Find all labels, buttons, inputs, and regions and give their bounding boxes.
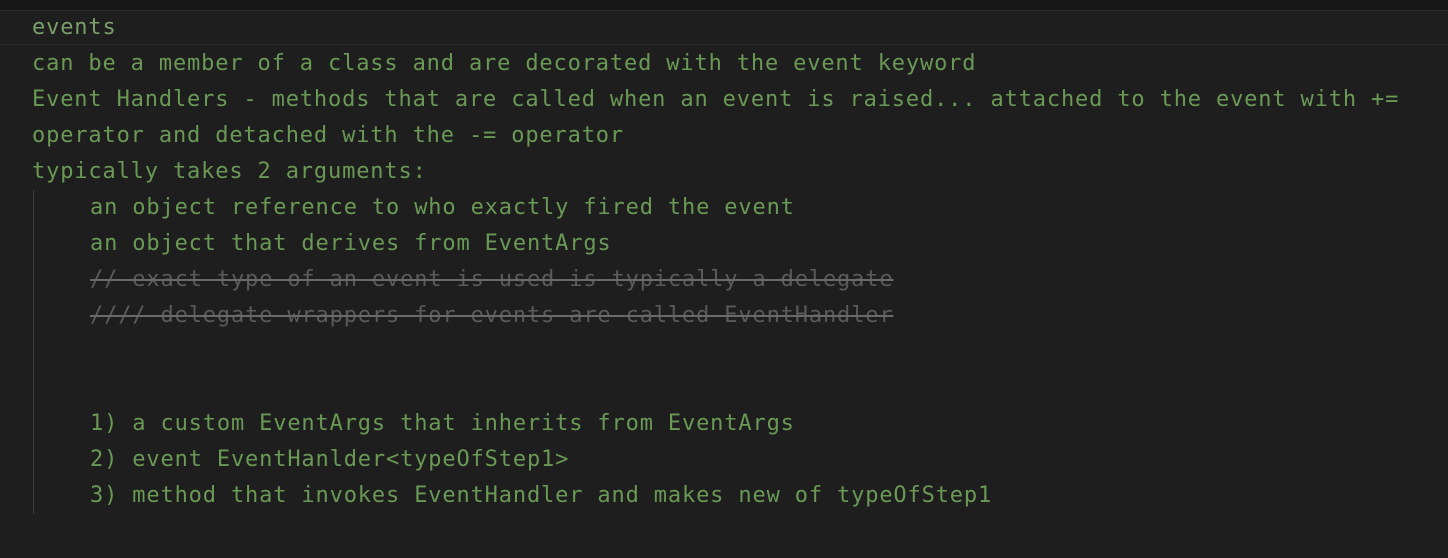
text-editor[interactable]: events can be a member of a class and ar…	[0, 10, 1448, 514]
editor-line-deprecated[interactable]: //// delegate wrappers for events are ca…	[0, 298, 1448, 334]
editor-line[interactable]: 2) event EventHanlder<typeOfStep1>	[0, 442, 1448, 478]
editor-line[interactable]: 3) method that invokes EventHandler and …	[0, 478, 1448, 514]
editor-line[interactable]: Event Handlers - methods that are called…	[0, 82, 1448, 118]
editor-line[interactable]: can be a member of a class and are decor…	[0, 46, 1448, 82]
editor-line[interactable]: operator and detached with the -= operat…	[0, 118, 1448, 154]
editor-line[interactable]: an object that derives from EventArgs	[0, 226, 1448, 262]
editor-line[interactable]: events	[0, 10, 1448, 46]
editor-line[interactable]: an object reference to who exactly fired…	[0, 190, 1448, 226]
editor-line[interactable]: typically takes 2 arguments:	[0, 154, 1448, 190]
editor-line-empty[interactable]	[0, 334, 1448, 370]
editor-line-empty[interactable]	[0, 370, 1448, 406]
editor-line[interactable]: 1) a custom EventArgs that inherits from…	[0, 406, 1448, 442]
editor-line-deprecated[interactable]: // exact type of an event is used is typ…	[0, 262, 1448, 298]
